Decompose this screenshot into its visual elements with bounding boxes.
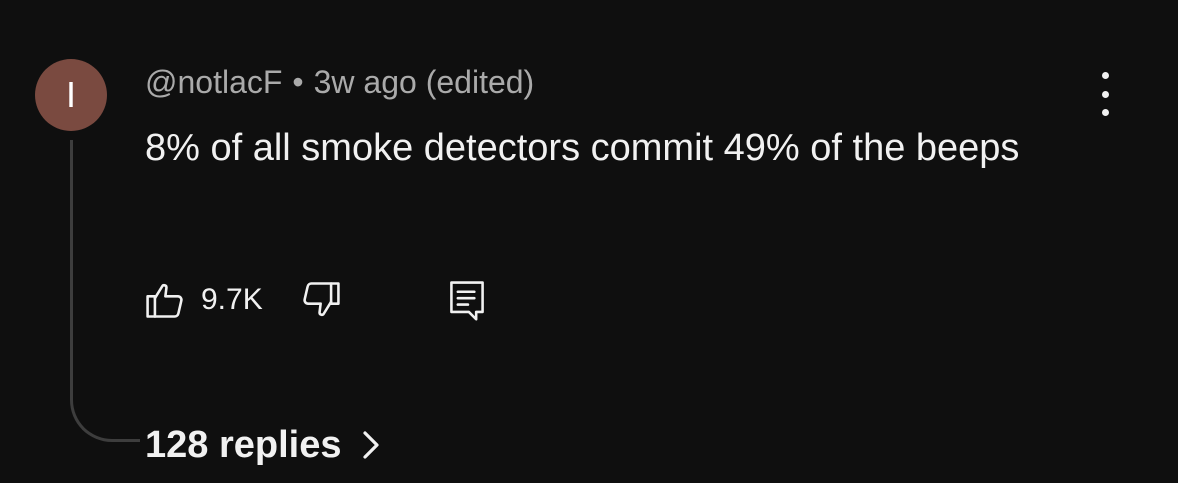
more-vertical-icon-dot [1101,109,1109,116]
comment-actions: 9.7K [143,277,489,323]
comment-card: I @notlacF • 3w ago (edited) 8% of all smo… [0,0,1178,483]
like-button[interactable]: 9.7K [143,278,299,322]
more-vertical-icon [1101,72,1109,79]
reply-icon [445,277,489,323]
thread-line [70,140,140,442]
header-separator: • [292,64,304,100]
comment-text: 8% of all smoke detectors commit 49% of … [145,127,1020,169]
reply-button[interactable] [445,277,489,323]
replies-label: 128 replies [145,424,342,466]
thumbs-down-icon [299,278,343,322]
avatar-initial: I [65,74,76,115]
author-handle[interactable]: @notlacF [145,64,282,100]
avatar[interactable]: I [35,59,107,131]
more-vertical-icon-dot [1101,90,1109,98]
dislike-button[interactable] [299,278,343,322]
more-options-button[interactable] [1087,72,1123,116]
chevron-right-icon [361,429,381,461]
comment-header: @notlacF • 3w ago (edited) [145,62,534,102]
thumbs-up-icon [143,278,187,322]
view-replies-button[interactable]: 128 replies [145,421,381,469]
comment-timestamp[interactable]: 3w ago (edited) [314,64,535,100]
like-count: 9.7K [201,283,263,316]
